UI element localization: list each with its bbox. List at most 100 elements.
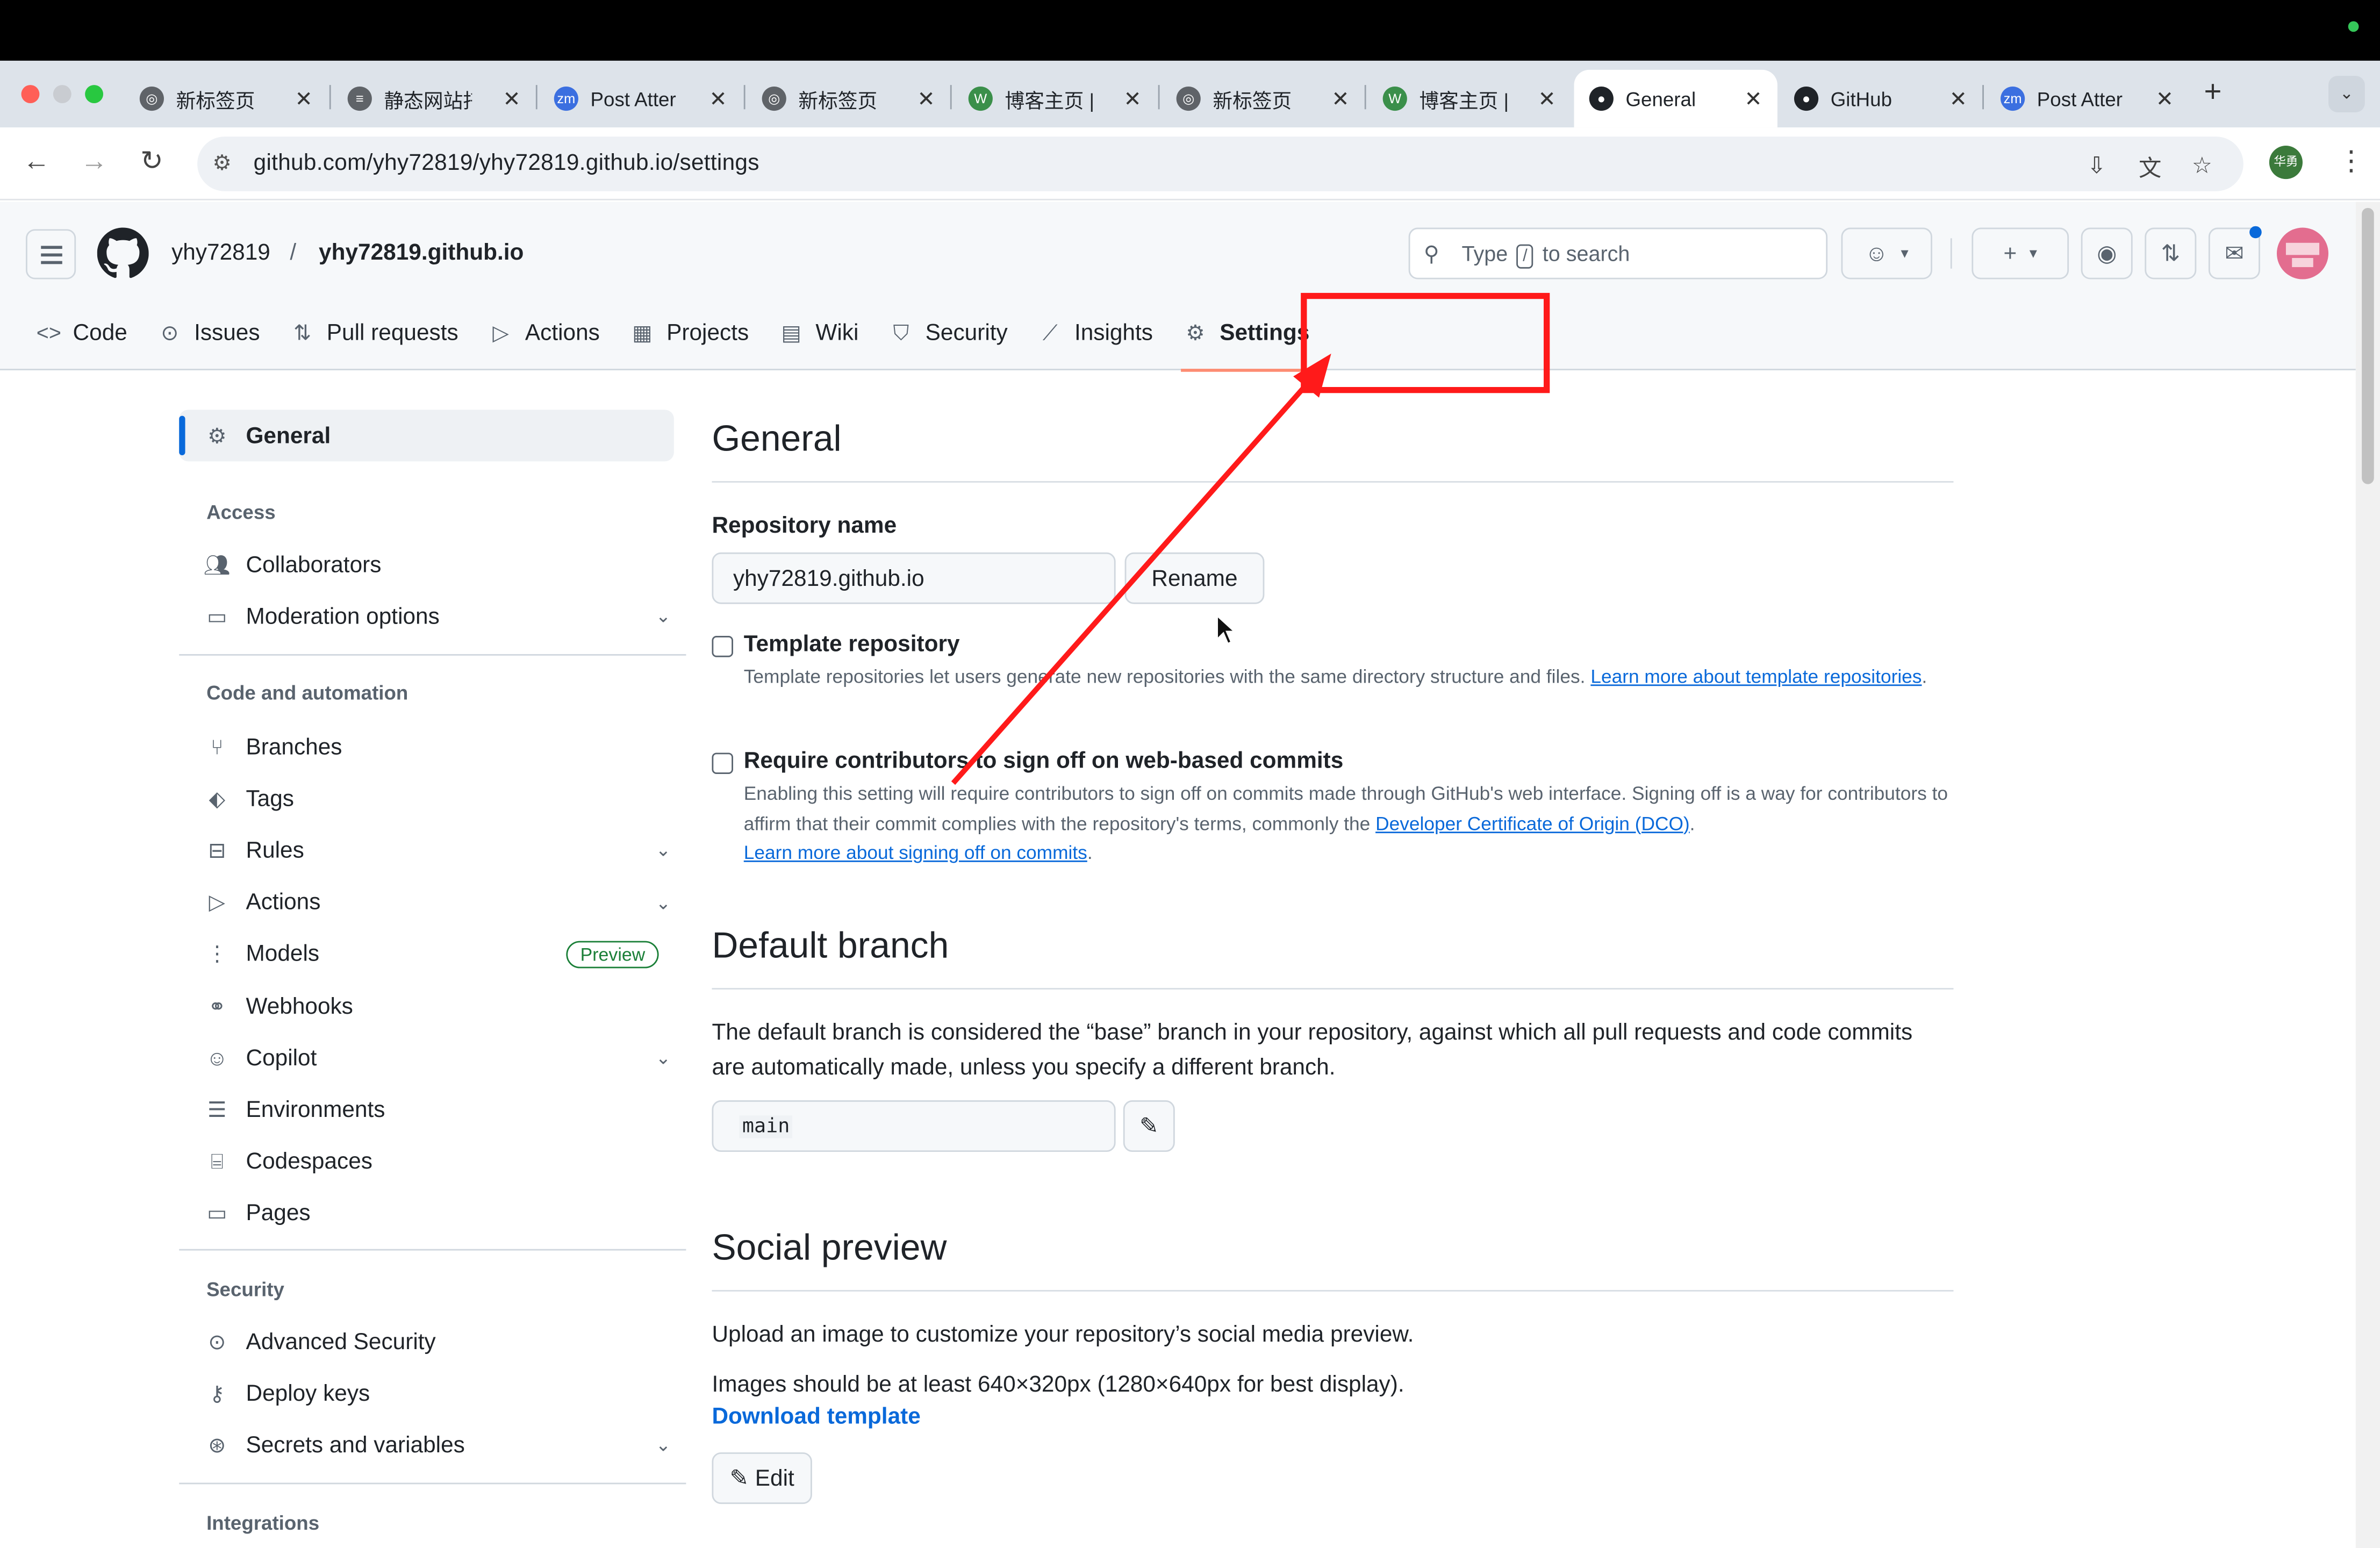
sidebar-item-rules[interactable]: ⊟ Rules ⌄ [200, 828, 671, 873]
rename-button[interactable]: Rename [1124, 552, 1265, 604]
chrome-icon: ◎ [139, 86, 164, 111]
sidebar-item-webhooks[interactable]: ⚭ Webhooks [200, 984, 671, 1029]
browser-tab[interactable]: ● GitHub ✕ [1779, 70, 1982, 127]
template-repository-checkbox[interactable] [712, 636, 733, 657]
close-tab-icon[interactable]: ✕ [1124, 87, 1142, 112]
repo-nav-pull-requests[interactable]: ⇅ Pull requests [278, 308, 470, 356]
browser-tab[interactable]: W 博客主页 | ✕ [1367, 70, 1571, 127]
browser-tab[interactable]: ● General ✕ [1574, 69, 1777, 128]
minimize-window-button[interactable] [53, 85, 71, 103]
tab-title: General [1625, 87, 1696, 110]
repo-nav-security[interactable]: ⛉ Security [877, 308, 1020, 356]
reload-button[interactable]: ↻ [134, 146, 170, 177]
browser-tab[interactable]: W 博客主页 | ✕ [953, 70, 1156, 127]
browser-tab[interactable]: zm Post Atter ✕ [1985, 70, 2189, 127]
close-tab-icon[interactable]: ✕ [1745, 87, 1762, 112]
repo-name-value: yhy72819.github.io [733, 566, 924, 592]
browser-tab[interactable]: ≡ 静态网站托 ✕ [332, 70, 535, 127]
repo-owner-link[interactable]: yhy72819 [171, 240, 270, 266]
new-tab-button[interactable]: + [2204, 76, 2221, 111]
repo-name-link[interactable]: yhy72819.github.io [319, 240, 524, 266]
repo-nav-insights[interactable]: ⟋ Insights [1026, 308, 1165, 356]
close-tab-icon[interactable]: ✕ [917, 87, 935, 112]
close-tab-icon[interactable]: ✕ [503, 87, 520, 112]
tab-title: GitHub [1830, 87, 1892, 110]
bookmark-star-icon[interactable]: ☆ [2192, 152, 2212, 179]
sidebar-item-actions[interactable]: ▷ Actions ⌄ [200, 879, 671, 925]
sidebar-item-environments[interactable]: ☰ Environments [200, 1087, 671, 1133]
repo-nav-label: Insights [1074, 319, 1153, 346]
codespaces-icon: ⌸ [210, 1149, 224, 1173]
sidebar-item-deploy-keys[interactable]: ⚷ Deploy keys [200, 1371, 671, 1416]
back-button[interactable]: ← [18, 146, 55, 177]
sidebar-item-advanced-security[interactable]: ⊙ Advanced Security [200, 1319, 671, 1365]
repo-nav-wiki[interactable]: ▤ Wiki [767, 308, 871, 356]
sidebar-divider [179, 654, 686, 656]
sidebar-item-tags[interactable]: ⬖ Tags [200, 776, 671, 821]
tab-title: 新标签页 [176, 89, 255, 112]
sidebar-item-pages[interactable]: ▭ Pages [200, 1191, 671, 1237]
repo-nav-projects[interactable]: ▦ Projects [618, 308, 761, 356]
sidebar-item-branches[interactable]: ⑂ Branches [200, 724, 671, 770]
create-new-button[interactable]: + ▾ [1972, 227, 2069, 280]
close-tab-icon[interactable]: ✕ [2156, 87, 2174, 112]
sidebar-item-collaborators[interactable]: 👥︎ Collaborators [200, 542, 671, 587]
sidebar-item-general[interactable]: ⚙ General [200, 413, 671, 458]
tab-title: 博客主页 | [1005, 89, 1093, 112]
repo-nav-settings[interactable]: ⚙ Settings [1171, 308, 1322, 372]
tab-title: Post Atter [2037, 87, 2123, 110]
browser-tab[interactable]: ◎ 新标签页 ✕ [1161, 70, 1364, 127]
header-divider [1950, 238, 1952, 269]
maximize-window-button[interactable] [85, 85, 104, 103]
copilot-menu-button[interactable]: ☺ ▾ [1841, 227, 1932, 280]
dco-link[interactable]: Developer Certificate of Origin (DCO) [1375, 813, 1690, 834]
browser-toolbar: ← → ↻ ⚙ github.com/yhy72819/yhy72819.git… [0, 127, 2380, 200]
sidebar-item-codespaces[interactable]: ⌸ Codespaces [200, 1139, 671, 1185]
close-tab-icon[interactable]: ✕ [1331, 87, 1349, 112]
browser-tab[interactable]: ◎ 新标签页 ✕ [125, 70, 328, 127]
close-window-button[interactable] [21, 85, 40, 103]
signoff-checkbox[interactable] [712, 752, 733, 774]
close-tab-icon[interactable]: ✕ [1949, 87, 1967, 112]
profile-avatar[interactable]: 华勇 [2269, 146, 2303, 180]
edit-social-preview-button[interactable]: ✎ Edit [712, 1452, 812, 1504]
sidebar-heading-code: Code and automation [206, 681, 408, 705]
forward-button[interactable]: → [76, 146, 112, 177]
close-tab-icon[interactable]: ✕ [295, 87, 313, 112]
sidebar-item-secrets[interactable]: ⊛ Secrets and variables ⌄ [200, 1422, 671, 1468]
signoff-learn-more-link[interactable]: Learn more about signing off on commits [744, 842, 1087, 864]
close-tab-icon[interactable]: ✕ [1538, 87, 1555, 112]
translate-icon[interactable]: 文 [2139, 152, 2161, 183]
install-app-icon[interactable]: ⇩ [2087, 152, 2106, 179]
repo-nav-label: Issues [194, 319, 260, 346]
repo-name-input[interactable]: yhy72819.github.io [712, 552, 1116, 604]
pull-requests-button[interactable]: ⇅ [2145, 227, 2197, 280]
close-tab-icon[interactable]: ✕ [709, 87, 727, 112]
issues-button[interactable]: ◉ [2081, 227, 2133, 280]
github-logo-icon[interactable] [97, 227, 149, 280]
tab-search-button[interactable]: ⌄ [2328, 76, 2365, 112]
sidebar-item-moderation[interactable]: ▭ Moderation options ⌄ [200, 593, 671, 639]
page-scrollbar[interactable] [2355, 202, 2380, 1548]
global-search-input[interactable]: ⚲ Type / to search [1408, 227, 1828, 280]
browser-tab[interactable]: ◎ 新标签页 ✕ [747, 70, 950, 127]
repo-nav-label: Pull requests [326, 319, 458, 346]
address-bar[interactable]: ⚙ github.com/yhy72819/yhy72819.github.io… [197, 137, 2243, 191]
global-nav-menu-button[interactable] [26, 229, 76, 280]
repo-nav-issues[interactable]: ⊙ Issues [146, 308, 272, 356]
edit-default-branch-button[interactable]: ✎ [1123, 1100, 1175, 1152]
browser-menu-icon[interactable]: ⋮ [2338, 146, 2365, 177]
template-learn-more-link[interactable]: Learn more about template repositories [1590, 666, 1922, 688]
sidebar-item-models[interactable]: ⋮ Models Preview [200, 931, 671, 977]
issue-icon: ⊙ [161, 319, 179, 344]
repo-nav-actions[interactable]: ▷ Actions [477, 308, 612, 356]
pull-request-icon: ⇅ [2161, 241, 2181, 267]
scrollbar-thumb[interactable] [2362, 207, 2374, 484]
download-template-link[interactable]: Download template [712, 1404, 920, 1430]
repo-nav-code[interactable]: <> Code [24, 308, 139, 356]
browser-tab[interactable]: zm Post Atter ✕ [539, 70, 742, 127]
user-avatar[interactable] [2277, 227, 2329, 280]
graph-icon: ⟋ [1042, 319, 1058, 344]
site-settings-icon[interactable]: ⚙ [212, 150, 231, 176]
sidebar-item-copilot[interactable]: ☺ Copilot ⌄ [200, 1035, 671, 1081]
